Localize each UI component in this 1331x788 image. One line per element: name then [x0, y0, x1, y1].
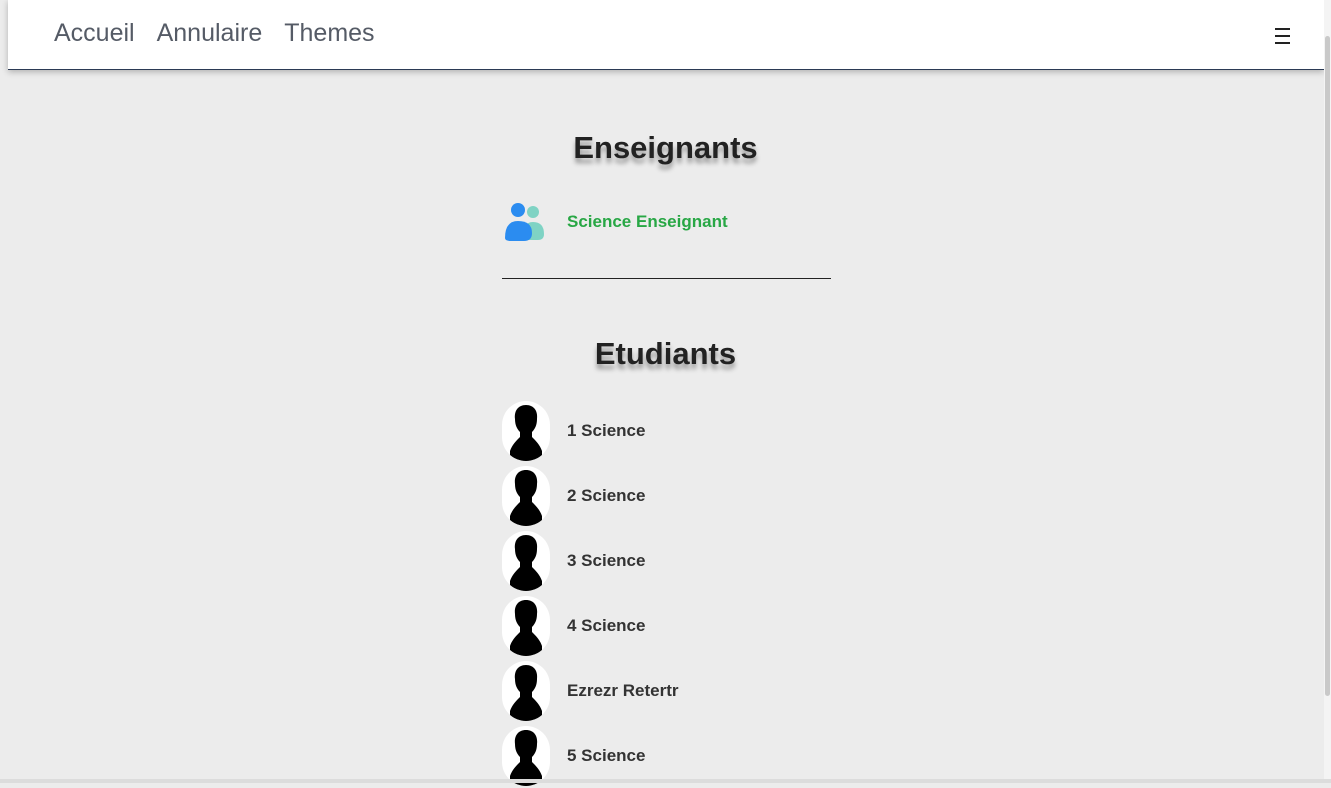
teachers-heading: Enseignants: [573, 130, 758, 165]
nav-link-themes[interactable]: Themes: [284, 18, 374, 48]
student-name: 4 Science: [567, 615, 646, 635]
student-list: 1 Science 2 Science 3 Science 4 Science …: [502, 398, 679, 788]
student-item[interactable]: 1 Science: [502, 398, 679, 463]
person-silhouette-icon: [502, 725, 550, 786]
section-divider: [502, 278, 831, 279]
nav-links: Accueil Annulaire Themes: [54, 18, 375, 48]
top-navbar: Accueil Annulaire Themes: [8, 0, 1324, 70]
teacher-item[interactable]: Science Enseignant: [502, 200, 728, 244]
nav-link-accueil[interactable]: Accueil: [54, 18, 135, 48]
person-silhouette-icon: [502, 400, 550, 461]
person-silhouette-icon: [502, 595, 550, 656]
students-heading: Etudiants: [594, 336, 737, 371]
student-name: 5 Science: [567, 745, 646, 765]
vertical-scrollbar[interactable]: [1324, 0, 1331, 783]
person-silhouette-icon: [502, 530, 550, 591]
nav-link-annulaire[interactable]: Annulaire: [157, 18, 263, 48]
student-item[interactable]: 3 Science: [502, 528, 679, 593]
person-silhouette-icon: [502, 660, 550, 721]
teacher-link[interactable]: Science Enseignant: [567, 212, 728, 232]
hamburger-icon[interactable]: [1275, 26, 1290, 44]
student-name: 1 Science: [567, 420, 646, 440]
student-item[interactable]: 4 Science: [502, 593, 679, 658]
users-group-icon: [502, 200, 550, 244]
student-item[interactable]: Ezrezr Retertr: [502, 658, 679, 723]
student-name: Ezrezr Retertr: [567, 680, 679, 700]
student-item[interactable]: 2 Science: [502, 463, 679, 528]
student-name: 2 Science: [567, 485, 646, 505]
person-silhouette-icon: [502, 465, 550, 526]
student-name: 3 Science: [567, 550, 646, 570]
bottom-scrollbar: [0, 779, 1331, 783]
